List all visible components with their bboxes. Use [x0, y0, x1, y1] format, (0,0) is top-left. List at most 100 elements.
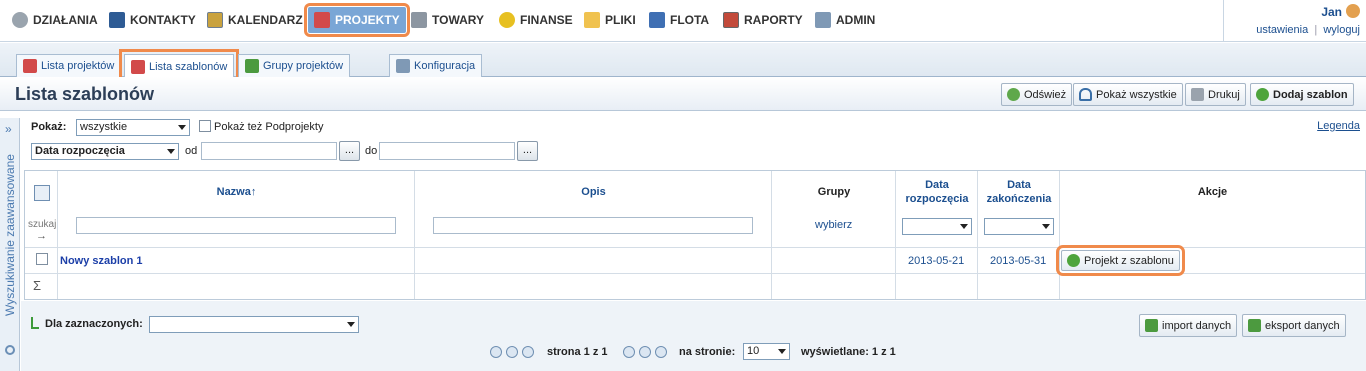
template-end-date: 2013-05-31 — [990, 255, 1047, 267]
chevron-down-icon — [178, 125, 186, 130]
import-button[interactable]: import danych — [1139, 314, 1238, 337]
wrench-icon — [815, 12, 831, 28]
select-all-icon[interactable] — [34, 185, 50, 201]
tab-label: Lista projektów — [41, 60, 115, 72]
show-select[interactable]: wszystkie — [76, 119, 190, 136]
prev-page-fast-icon[interactable] — [506, 346, 518, 358]
user-box: Jan ustawienia | wyloguj — [1223, 0, 1366, 42]
column-header-groups: Grupy — [817, 186, 851, 198]
to-label: do — [365, 145, 378, 157]
nav-item-kontakty[interactable]: KONTAKTY — [109, 7, 196, 33]
coins-icon — [499, 12, 515, 28]
nav-item-raporty[interactable]: RAPORTY — [723, 7, 803, 33]
arrow-corner-icon — [31, 317, 39, 329]
next-page-fast-icon[interactable] — [639, 346, 651, 358]
projects-cubes-icon — [23, 59, 37, 73]
export-icon — [1248, 319, 1261, 332]
contacts-book-icon — [109, 12, 125, 28]
date-to-picker-button[interactable]: ... — [517, 141, 538, 161]
button-label: Drukuj — [1208, 88, 1240, 101]
print-button[interactable]: Drukuj — [1185, 83, 1246, 106]
nav-item-finanse[interactable]: FINANSE — [499, 7, 573, 33]
nav-label: RAPORTY — [744, 13, 803, 27]
column-header-name[interactable]: Nazwa↑ — [58, 186, 415, 198]
report-icon — [723, 12, 739, 28]
magnifier-icon — [5, 345, 15, 355]
button-label: Projekt z szablonu — [1084, 254, 1174, 267]
user-icon — [1346, 4, 1360, 18]
tab-project-list[interactable]: Lista projektów — [16, 54, 122, 77]
nav-label: DZIAŁANIA — [33, 13, 98, 27]
settings-link[interactable]: ustawienia — [1256, 24, 1308, 36]
column-header-start-line2[interactable]: rozpoczęcia — [896, 193, 978, 205]
page-title: Lista szablonów — [15, 84, 155, 104]
calendar-icon — [207, 12, 223, 28]
show-all-button[interactable]: Pokaż wszystkie — [1073, 83, 1183, 106]
row-divider — [25, 247, 1365, 248]
export-button[interactable]: eksport danych — [1242, 314, 1346, 337]
folder-icon — [584, 12, 600, 28]
row-checkbox[interactable] — [36, 253, 48, 265]
refresh-button[interactable]: Odśwież — [1001, 83, 1073, 106]
show-label: Pokaż: — [31, 121, 67, 133]
nav-item-towary[interactable]: TOWARY — [411, 7, 484, 33]
groups-filter-link[interactable]: wybierz — [815, 219, 852, 231]
column-header-end-line1[interactable]: Data — [978, 179, 1060, 191]
user-name: Jan — [1321, 5, 1342, 19]
selected-actions-label: Dla zaznaczonych: — [45, 318, 143, 330]
name-search-input[interactable] — [76, 217, 396, 234]
button-label: Odśwież — [1024, 88, 1067, 101]
shown-info: wyświetlane: 1 z 1 — [801, 346, 896, 358]
date-to-input[interactable] — [379, 142, 515, 160]
subprojects-checkbox[interactable] — [199, 120, 211, 132]
button-label: Dodaj szablon — [1273, 88, 1348, 101]
description-search-input[interactable] — [433, 217, 753, 234]
add-template-button[interactable]: Dodaj szablon — [1250, 83, 1354, 106]
expand-toggle[interactable]: » — [5, 122, 12, 136]
per-page-select[interactable]: 10 — [743, 343, 790, 360]
nav-item-projekty[interactable]: PROJEKTY — [304, 3, 410, 37]
prev-page-icon[interactable] — [522, 346, 534, 358]
printer-icon — [1191, 88, 1204, 101]
date-from-picker-button[interactable]: ... — [339, 141, 360, 161]
template-start-date: 2013-05-21 — [908, 255, 965, 267]
chevron-down-icon — [167, 149, 175, 154]
nav-label: PLIKI — [605, 13, 636, 27]
date-field-select[interactable]: Data rozpoczęcia — [31, 143, 179, 160]
nav-item-flota[interactable]: FLOTA — [649, 7, 709, 33]
advanced-search-panel[interactable]: » Wyszukiwanie zaawansowane — [0, 118, 20, 371]
nav-item-pliki[interactable]: PLIKI — [584, 7, 636, 33]
chevron-down-icon — [347, 322, 355, 327]
first-page-icon[interactable] — [490, 346, 502, 358]
wrench-icon — [396, 59, 410, 73]
last-page-icon[interactable] — [655, 346, 667, 358]
column-header-description[interactable]: Opis — [415, 186, 772, 198]
nav-item-admin[interactable]: ADMIN — [815, 7, 875, 33]
tab-bar: Lista projektów Lista szablonów Grupy pr… — [0, 43, 1366, 83]
nav-item-kalendarz[interactable]: KALENDARZ — [207, 7, 303, 33]
nav-label: ADMIN — [836, 13, 876, 27]
tab-configuration[interactable]: Konfiguracja — [389, 54, 483, 77]
import-icon — [1145, 319, 1158, 332]
project-from-template-button[interactable]: Projekt z szablonu — [1056, 245, 1185, 276]
page-info: strona 1 z 1 — [547, 346, 608, 358]
date-from-input[interactable] — [201, 142, 337, 160]
nav-label: FINANSE — [520, 13, 573, 27]
column-header-start-line1[interactable]: Data — [896, 179, 978, 191]
end-date-filter-select[interactable] — [984, 218, 1054, 235]
template-name-link[interactable]: Nowy szablon 1 — [60, 255, 143, 267]
tab-template-list[interactable]: Lista szablonów — [118, 49, 240, 83]
title-bar: Lista szablonów Odśwież Pokaż wszystkie … — [0, 77, 1366, 111]
filters-area: Pokaż: wszystkie Pokaż też Podprojekty D… — [21, 112, 1366, 170]
start-date-filter-select[interactable] — [902, 218, 972, 235]
refresh-icon — [1007, 88, 1020, 101]
chevron-down-icon — [1042, 224, 1050, 229]
selected-actions-select[interactable] — [149, 316, 359, 333]
tab-project-groups[interactable]: Grupy projektów — [238, 54, 351, 77]
sum-icon: Σ — [33, 278, 42, 293]
legend-link[interactable]: Legenda — [1317, 120, 1360, 132]
column-header-end-line2[interactable]: zakończenia — [978, 193, 1060, 205]
nav-item-dzialania[interactable]: DZIAŁANIA — [12, 7, 98, 33]
next-page-icon[interactable] — [623, 346, 635, 358]
logout-link[interactable]: wyloguj — [1323, 24, 1360, 36]
